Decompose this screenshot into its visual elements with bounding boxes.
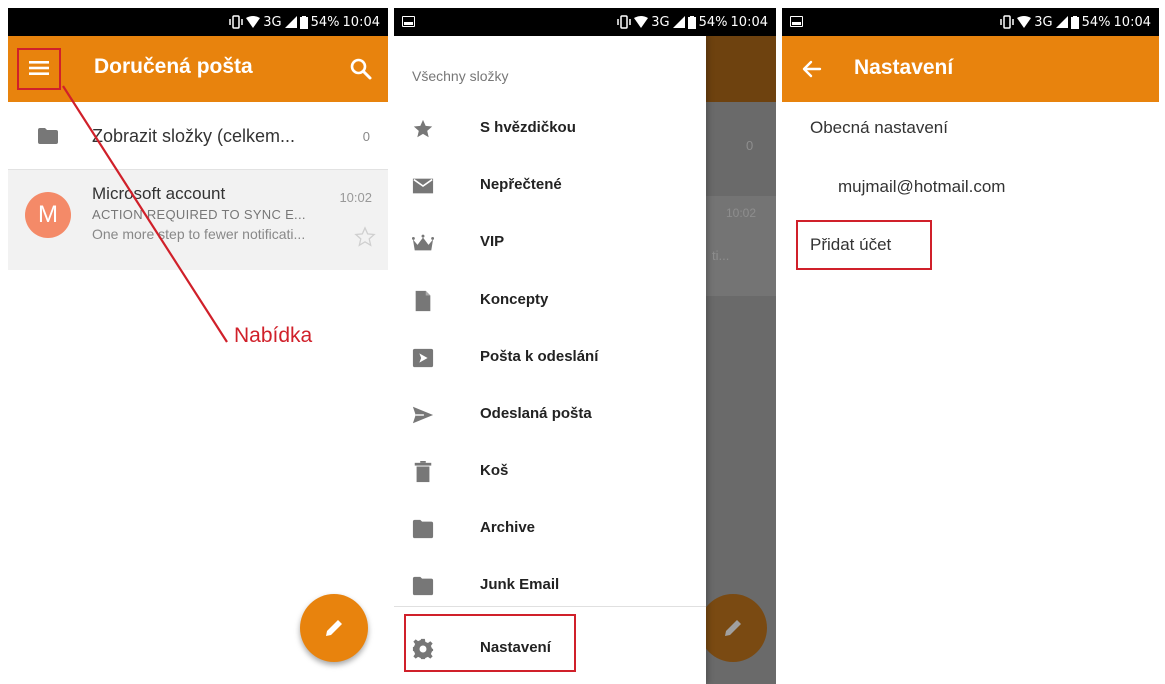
drawer-item-label: Pošta k odeslání [480, 348, 599, 365]
page-title: Nastavení [854, 56, 954, 79]
drawer-item-label: Koš [480, 462, 509, 479]
drawer-screen: 3G 54% 10:04 0 10:02 ti... Všechny složk… [394, 8, 776, 684]
general-settings-item[interactable]: Obecná nastavení [810, 118, 948, 138]
drawer-item-vip[interactable]: VIP [394, 214, 706, 271]
drawer-item-label: S hvězdičkou [480, 119, 576, 136]
battery-icon [687, 15, 696, 29]
pencil-icon [725, 620, 741, 636]
envelope-icon [412, 178, 434, 194]
document-icon [415, 290, 431, 312]
dimmed-message-time: 10:02 [726, 206, 757, 220]
compose-button[interactable] [300, 594, 368, 662]
outbox-icon [412, 348, 434, 368]
drawer-item-label: Odeslaná pošta [480, 405, 592, 422]
folder-icon [412, 576, 434, 596]
network-label: 3G [1034, 14, 1053, 30]
drawer-item-label: Koncepty [480, 291, 549, 308]
back-arrow-icon[interactable] [798, 55, 826, 83]
wifi-icon [634, 16, 649, 28]
settings-screen: 3G 54% 10:04 Nastavení Obecná nastavení … [782, 8, 1159, 684]
drawer-item-trash[interactable]: Koš [394, 443, 706, 500]
drawer-item-unread[interactable]: Nepřečtené [394, 157, 706, 214]
dimmed-message-preview: ti... [712, 248, 730, 263]
drawer-item-label: VIP [480, 233, 505, 250]
signal-icon [1055, 16, 1068, 28]
annotation-label: Nabídka [234, 324, 313, 347]
battery-label: 54% [1081, 14, 1111, 30]
clock: 10:04 [1113, 14, 1151, 30]
navigation-drawer: Všechny složky S hvězdičkou Nepřečtené V… [394, 36, 706, 684]
drawer-item-label: Archive [480, 519, 536, 536]
signal-icon [672, 16, 685, 28]
star-icon [413, 119, 433, 138]
drawer-item-label: Junk Email [480, 576, 560, 593]
pencil-icon [326, 620, 342, 636]
dimmed-compose-button [699, 594, 767, 662]
wifi-icon [1017, 16, 1032, 28]
battery-label: 54% [698, 14, 728, 30]
annotation-pointer-line [62, 85, 228, 343]
drawer-item-outbox[interactable]: Pošta k odeslání [394, 329, 706, 386]
trash-icon [414, 461, 432, 483]
notification-image-icon [402, 16, 415, 27]
drawer-item-archive[interactable]: Archive [394, 500, 706, 557]
send-icon [412, 406, 434, 424]
drawer-item-drafts[interactable]: Koncepty [394, 272, 706, 329]
status-bar: 3G 54% 10:04 [394, 8, 776, 36]
inbox-screen: 3G 54% 10:04 Doručená pošta Zobrazit slo… [8, 8, 388, 684]
settings-highlight-box [404, 614, 576, 672]
clock: 10:04 [730, 14, 768, 30]
crown-icon [412, 234, 434, 251]
folder-icon [412, 519, 434, 539]
dimmed-folders-count: 0 [746, 138, 754, 153]
vibrate-icon [617, 15, 632, 29]
account-item[interactable]: mujmail@hotmail.com [838, 177, 1005, 197]
drawer-item-starred[interactable]: S hvězdičkou [394, 100, 706, 157]
drawer-item-label: Nepřečtené [480, 176, 562, 193]
drawer-item-sent[interactable]: Odeslaná pošta [394, 386, 706, 443]
add-account-highlight-box [796, 220, 932, 270]
battery-icon [1070, 15, 1079, 29]
drawer-header: Všechny složky [412, 68, 509, 84]
status-bar: 3G 54% 10:04 [782, 8, 1159, 36]
notification-image-icon [790, 16, 803, 27]
network-label: 3G [651, 14, 670, 30]
app-bar: Nastavení [782, 36, 1159, 102]
vibrate-icon [1000, 15, 1015, 29]
drawer-divider [394, 606, 706, 607]
